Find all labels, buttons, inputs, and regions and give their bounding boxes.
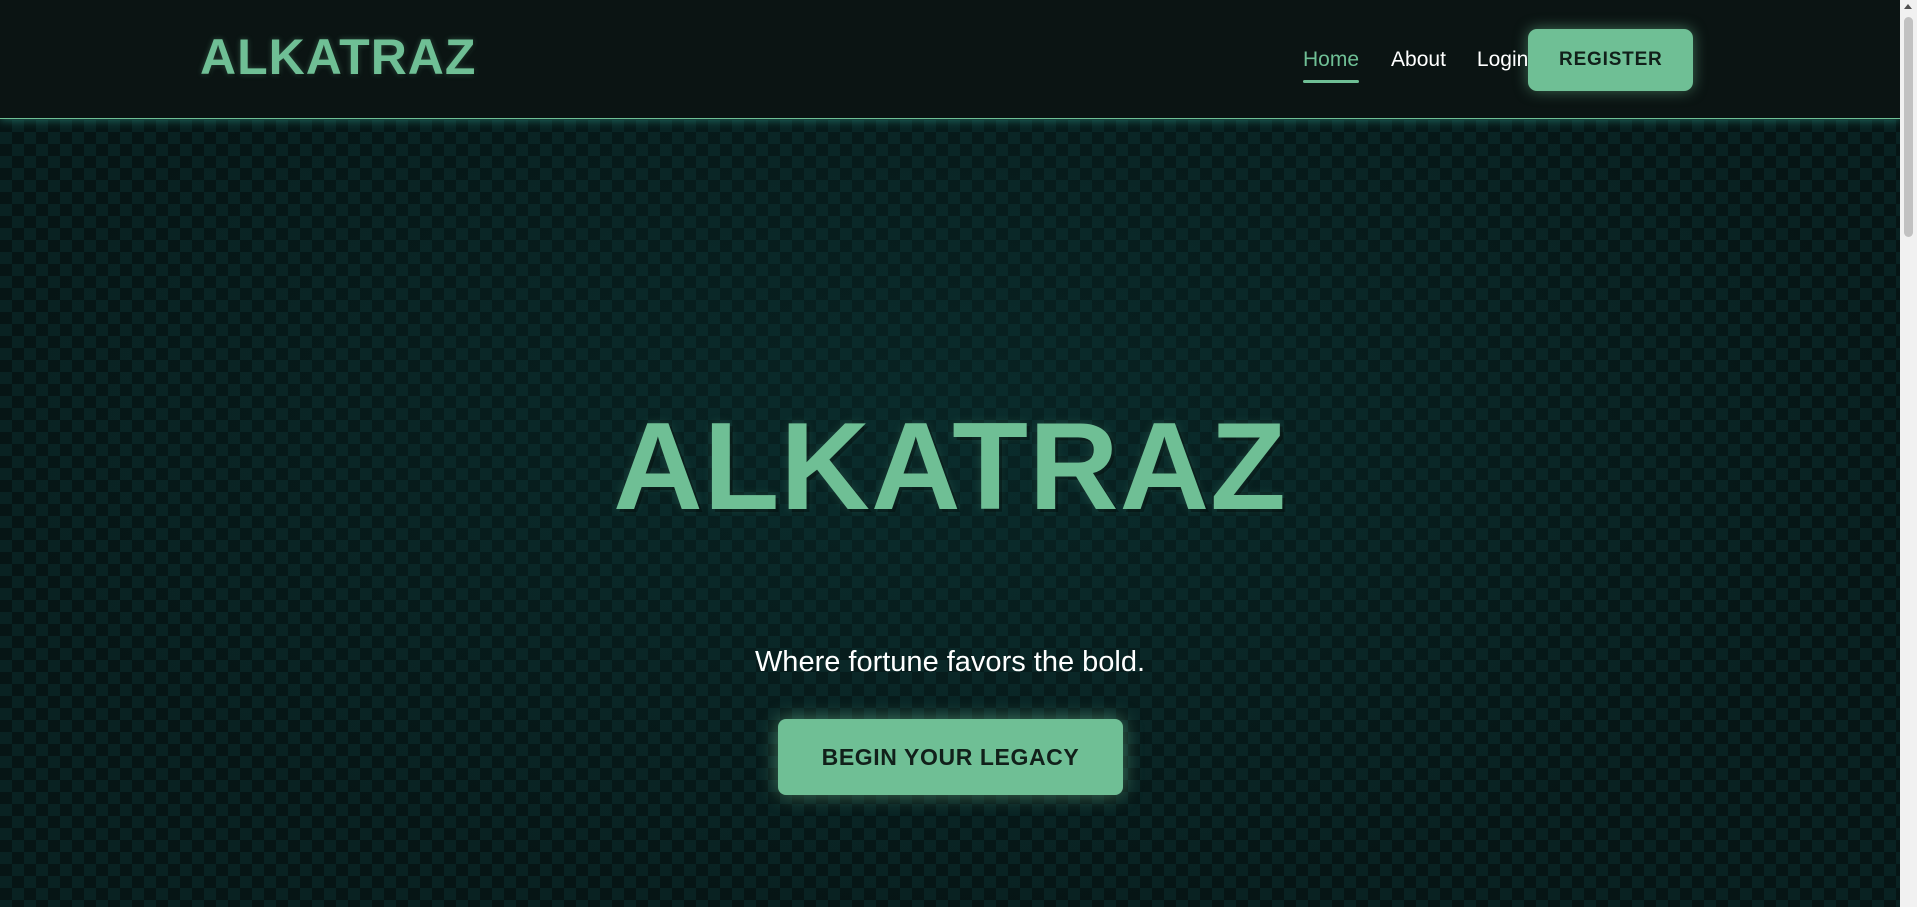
nav-link-about[interactable]: About [1391, 49, 1446, 70]
main-nav: Home About Login REGISTER [1303, 0, 1694, 119]
hero-tagline: Where fortune favors the bold. [754, 646, 1146, 678]
hero-title: ALKATRAZ [613, 398, 1287, 536]
scroll-up-arrow-icon[interactable] [1904, 4, 1912, 9]
page: ALKATRAZ Home About Login REGISTER ALKAT… [0, 0, 1917, 907]
site-logo[interactable]: ALKATRAZ [200, 28, 476, 86]
hero-section: ALKATRAZ Where fortune favors the bold. … [0, 120, 1900, 907]
nav-link-home[interactable]: Home [1303, 49, 1360, 83]
site-header: ALKATRAZ Home About Login REGISTER [0, 0, 1900, 119]
begin-legacy-button[interactable]: BEGIN YOUR LEGACY [778, 719, 1123, 795]
register-button[interactable]: REGISTER [1528, 29, 1694, 91]
scrollbar-thumb[interactable] [1904, 17, 1913, 237]
nav-link-login[interactable]: Login [1477, 49, 1528, 70]
vertical-scrollbar[interactable] [1900, 0, 1917, 907]
